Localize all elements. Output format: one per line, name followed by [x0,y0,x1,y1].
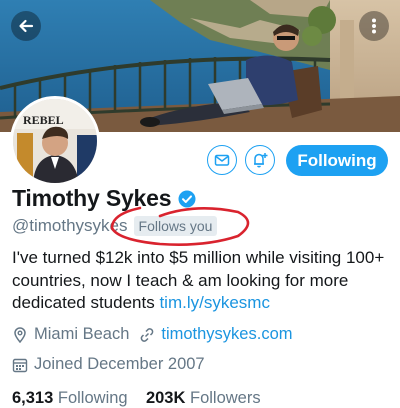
followers-count: 203K [145,389,186,407]
message-button[interactable] [207,145,237,175]
follows-you-badge: Follows you [133,216,218,236]
profile-joined-date: Joined December 2007 [34,355,205,373]
bio-link[interactable]: tim.ly/sykesmc [159,293,270,312]
profile-location-row: Miami Beach timothysykes.com [12,325,293,344]
notifications-button[interactable] [245,145,275,175]
profile-location: Miami Beach [34,325,130,343]
profile-bio: I've turned $12k into $5 million while v… [12,247,392,315]
link-icon [141,327,154,342]
profile-handle: @timothysykes [12,216,128,235]
calendar-icon [12,358,28,372]
profile-handle-row: @timothysykes Follows you [12,216,218,236]
following-label: Following [57,389,128,407]
avatar[interactable]: REBEL [10,96,100,186]
followers-stat[interactable]: 203K Followers [146,389,261,407]
profile-website-link[interactable]: timothysykes.com [161,325,292,344]
profile-name-row: Timothy Sykes [12,185,196,212]
back-button[interactable] [11,11,41,41]
arrow-left-icon [19,19,34,33]
bell-plus-icon [254,153,268,168]
verified-badge-icon [178,190,196,207]
avatar-magazine-word: REBEL [23,113,64,127]
following-count: 6,313 [12,389,54,407]
more-options-button[interactable] [359,11,389,41]
location-pin-icon [14,326,26,343]
profile-stats: 6,313 Following 203K Followers [12,389,261,408]
envelope-icon [214,154,230,166]
profile-joined-row: Joined December 2007 [12,355,205,374]
profile-name: Timothy Sykes [12,185,172,211]
following-stat[interactable]: 6,313 Following [12,389,128,407]
followers-label: Followers [189,389,261,407]
more-vertical-icon [372,18,376,34]
following-button[interactable]: Following [286,145,388,176]
